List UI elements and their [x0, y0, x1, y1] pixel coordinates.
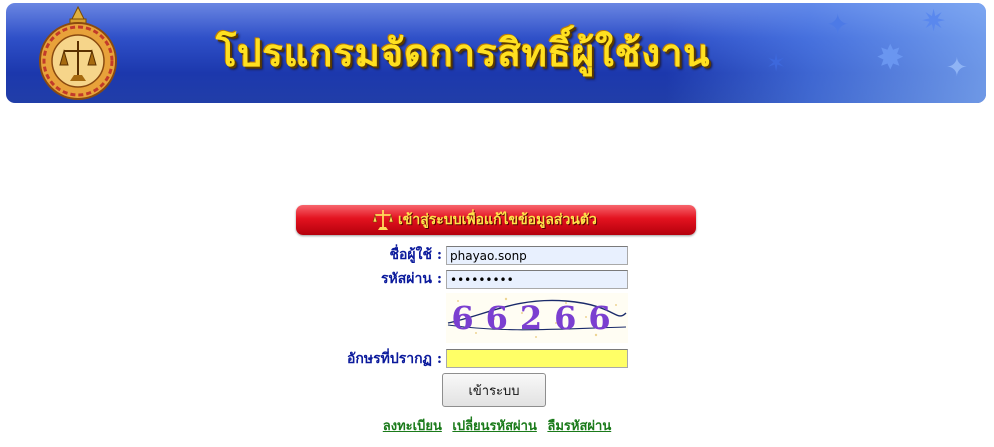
scales-of-justice-icon: [372, 210, 394, 230]
banner-title: โปรแกรมจัดการสิทธิ์ผู้ใช้งาน: [216, 31, 711, 75]
username-label: ชื่อผู้ใช้ :: [389, 247, 443, 263]
footer-links: ลงทะเบียน เปลี่ยนรหัสผ่าน ลืมรหัสผ่าน: [0, 415, 994, 436]
password-label: รหัสผ่าน :: [381, 271, 442, 287]
password-input[interactable]: [446, 270, 628, 289]
register-link[interactable]: ลงทะเบียน: [383, 419, 442, 434]
leaf-decoration-icon: ✦: [946, 53, 968, 83]
change-password-link[interactable]: เปลี่ยนรหัสผ่าน: [452, 419, 536, 434]
login-button[interactable]: เข้าระบบ: [442, 373, 546, 407]
captcha-input[interactable]: [446, 349, 628, 368]
username-input[interactable]: [446, 246, 628, 265]
forgot-password-link[interactable]: ลืมรหัสผ่าน: [547, 419, 611, 434]
leaf-decoration-icon: ✦: [826, 8, 850, 41]
leaf-decoration-icon: ✶: [766, 49, 787, 77]
leaf-decoration-icon: ✷: [921, 4, 947, 39]
login-panel-header: เข้าสู่ระบบเพื่อแก้ไขข้อมูลส่วนตัว: [296, 205, 696, 235]
leaf-decoration-icon: ✸: [876, 38, 905, 78]
captcha-label: อักษรที่ปรากฏ :: [346, 351, 442, 367]
court-emblem-icon: [39, 5, 117, 100]
login-header-text: เข้าสู่ระบบเพื่อแก้ไขข้อมูลส่วนตัว: [398, 212, 597, 228]
captcha-image: 66266: [446, 293, 628, 343]
header-banner: ✦ ✸ ✷ ✦ ✶ โปรแกรมจัดการสิทธิ์ผู้ใช้งาน: [6, 3, 986, 103]
captcha-text: 66266: [451, 299, 623, 337]
